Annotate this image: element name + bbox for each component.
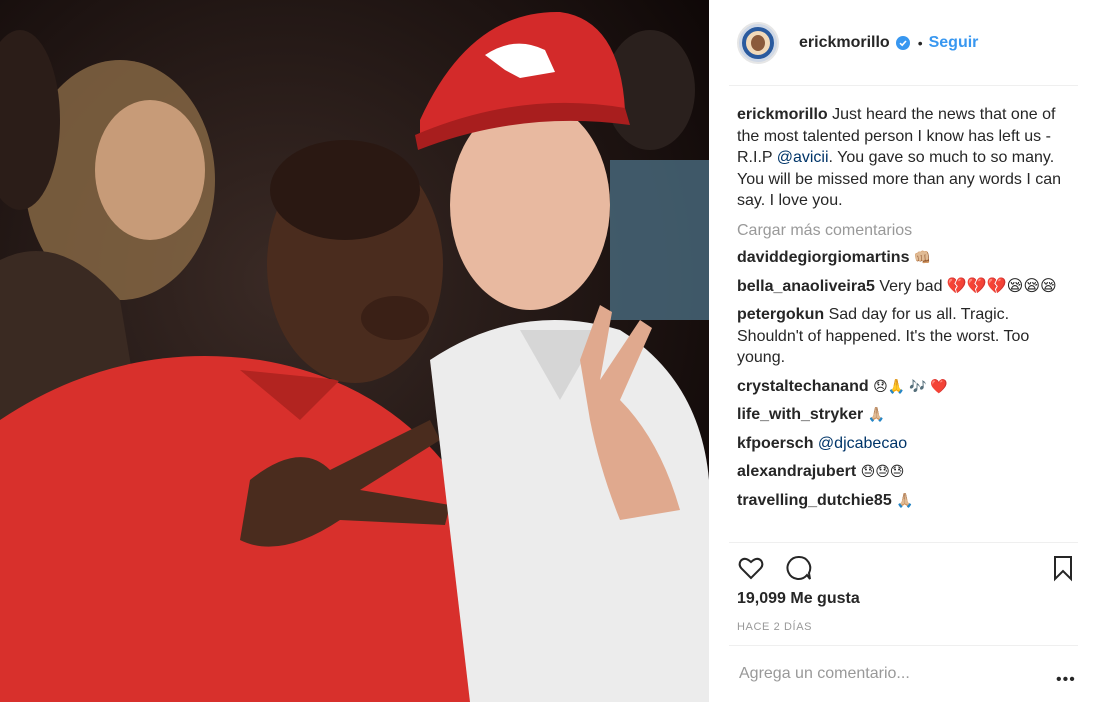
- comment-item: travelling_dutchie85 🙏🏼: [737, 490, 1067, 512]
- comment-mention[interactable]: @djcabecao: [818, 435, 907, 452]
- comment-icon[interactable]: [785, 554, 813, 582]
- post-side-panel: erickmorillo • Seguir erickmorillo Just …: [709, 0, 1100, 702]
- comment-item: daviddegiorgiomartins 👊🏼: [737, 247, 1067, 269]
- header-separator: •: [917, 35, 923, 51]
- comment-text: 👊🏼: [913, 249, 932, 265]
- avatar-face: [751, 35, 765, 51]
- likes-count[interactable]: 19,099 Me gusta: [737, 590, 860, 608]
- add-comment-divider: [729, 645, 1078, 646]
- verified-badge-icon: [895, 36, 910, 50]
- comment-item: crystaltechanand 😞🙏 🎶 ❤️: [737, 376, 1067, 398]
- follow-button[interactable]: Seguir: [929, 34, 979, 52]
- comment-text: 🙏🏼: [896, 491, 914, 508]
- comment-username[interactable]: bella_anaoliveira5: [737, 278, 875, 295]
- caption-author[interactable]: erickmorillo: [737, 106, 828, 123]
- add-comment-input[interactable]: Agrega un comentario...: [739, 665, 910, 683]
- comment-item: alexandrajubert 😓😓😓: [737, 461, 1067, 483]
- more-options-icon[interactable]: •••: [1056, 671, 1076, 689]
- header-divider: [729, 85, 1078, 86]
- comments-list: erickmorillo Just heard the news that on…: [737, 104, 1067, 518]
- post-header: erickmorillo • Seguir: [709, 0, 1100, 86]
- comment-text: 🙏🏼: [867, 406, 886, 422]
- load-more-comments-button[interactable]: Cargar más comentarios: [737, 220, 1067, 242]
- post-photo-image: [0, 0, 709, 702]
- comment-username[interactable]: alexandrajubert: [737, 463, 856, 480]
- comment-username[interactable]: kfpoersch: [737, 435, 813, 452]
- comment-text: 😞🙏 🎶 ❤️: [873, 377, 948, 394]
- comment-item: kfpoersch @djcabecao: [737, 433, 1067, 455]
- comment-text: 😓😓😓: [860, 463, 905, 479]
- bookmark-icon[interactable]: [1049, 554, 1077, 582]
- comment-item: petergokun Sad day for us all. Tragic. S…: [737, 304, 1067, 369]
- post-caption: erickmorillo Just heard the news that on…: [737, 104, 1067, 212]
- comment-username[interactable]: life_with_stryker: [737, 406, 863, 423]
- comment-text: Very bad 💔💔💔😪😪😪: [879, 277, 1057, 295]
- post-photo[interactable]: [0, 0, 709, 702]
- caption-mention[interactable]: @avicii: [777, 149, 829, 166]
- comment-username[interactable]: petergokun: [737, 306, 824, 323]
- comment-item: life_with_stryker 🙏🏼: [737, 404, 1067, 426]
- user-avatar[interactable]: [737, 22, 779, 64]
- actions-divider: [729, 542, 1078, 543]
- post-timestamp[interactable]: HACE 2 DÍAS: [737, 621, 812, 633]
- comment-username[interactable]: travelling_dutchie85: [737, 492, 892, 509]
- add-comment-section: Agrega un comentario... •••: [709, 645, 1100, 702]
- heart-icon[interactable]: [737, 554, 765, 582]
- comment-username[interactable]: crystaltechanand: [737, 378, 869, 395]
- header-username[interactable]: erickmorillo: [799, 34, 890, 52]
- comment-username[interactable]: daviddegiorgiomartins: [737, 249, 909, 266]
- comment-item: bella_anaoliveira5 Very bad 💔💔💔😪😪😪: [737, 276, 1067, 298]
- post-actions-bar: [709, 542, 1100, 592]
